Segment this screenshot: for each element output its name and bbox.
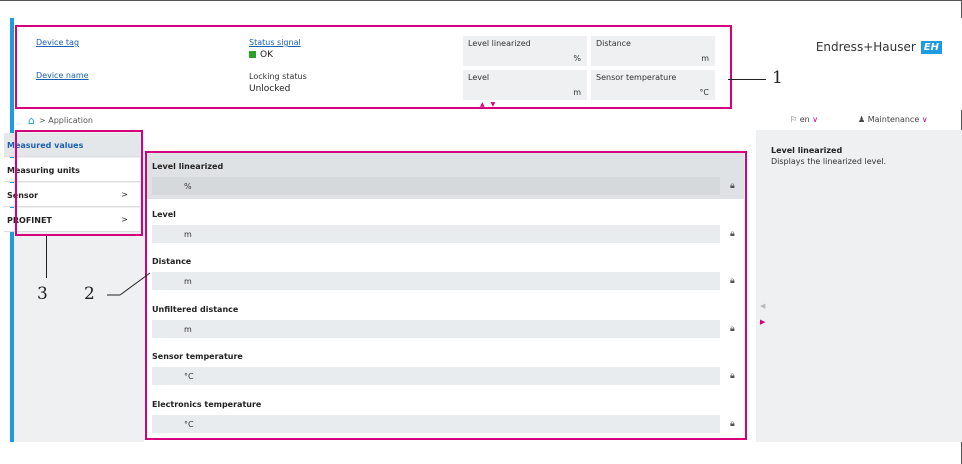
chevron-down-icon: ∨ — [812, 115, 819, 124]
callout-1: 1 — [772, 68, 783, 88]
nav-highlight-box — [15, 130, 143, 236]
help-panel-toggle[interactable]: ◀ ▶ — [760, 298, 765, 330]
home-icon[interactable]: ⌂ — [28, 114, 35, 127]
role-value: Maintenance — [867, 115, 920, 124]
brand: Endress+Hauser EH — [816, 40, 942, 54]
callout-3: 3 — [37, 284, 48, 304]
chevron-down-icon: ∨ — [921, 115, 928, 124]
help-title: Level linearized — [771, 146, 843, 155]
callout-1-line — [728, 79, 766, 80]
breadcrumb: ⌂ > Application — [28, 114, 93, 127]
language-selector[interactable]: ⚐ en ∨ — [790, 115, 818, 124]
language-value: en — [799, 115, 810, 124]
arrow-right-icon[interactable]: ▶ — [760, 314, 765, 330]
breadcrumb-current[interactable]: Application — [48, 116, 93, 125]
user-icon: ♟ — [858, 115, 868, 124]
role-selector[interactable]: ♟ Maintenance ∨ — [858, 115, 928, 124]
callout-2: 2 — [84, 284, 95, 304]
callout-3-line — [46, 236, 47, 278]
header-highlight-box — [15, 25, 732, 109]
breadcrumb-separator: > — [38, 116, 49, 125]
callout-2-line — [107, 272, 151, 296]
arrow-left-icon[interactable]: ◀ — [760, 298, 765, 314]
brand-name: Endress+Hauser — [815, 40, 916, 54]
help-text: Displays the linearized level. — [771, 157, 887, 166]
content-highlight-box — [145, 151, 747, 440]
flag-icon: ⚐ — [790, 115, 800, 124]
eh-logo-icon: EH — [920, 41, 942, 54]
